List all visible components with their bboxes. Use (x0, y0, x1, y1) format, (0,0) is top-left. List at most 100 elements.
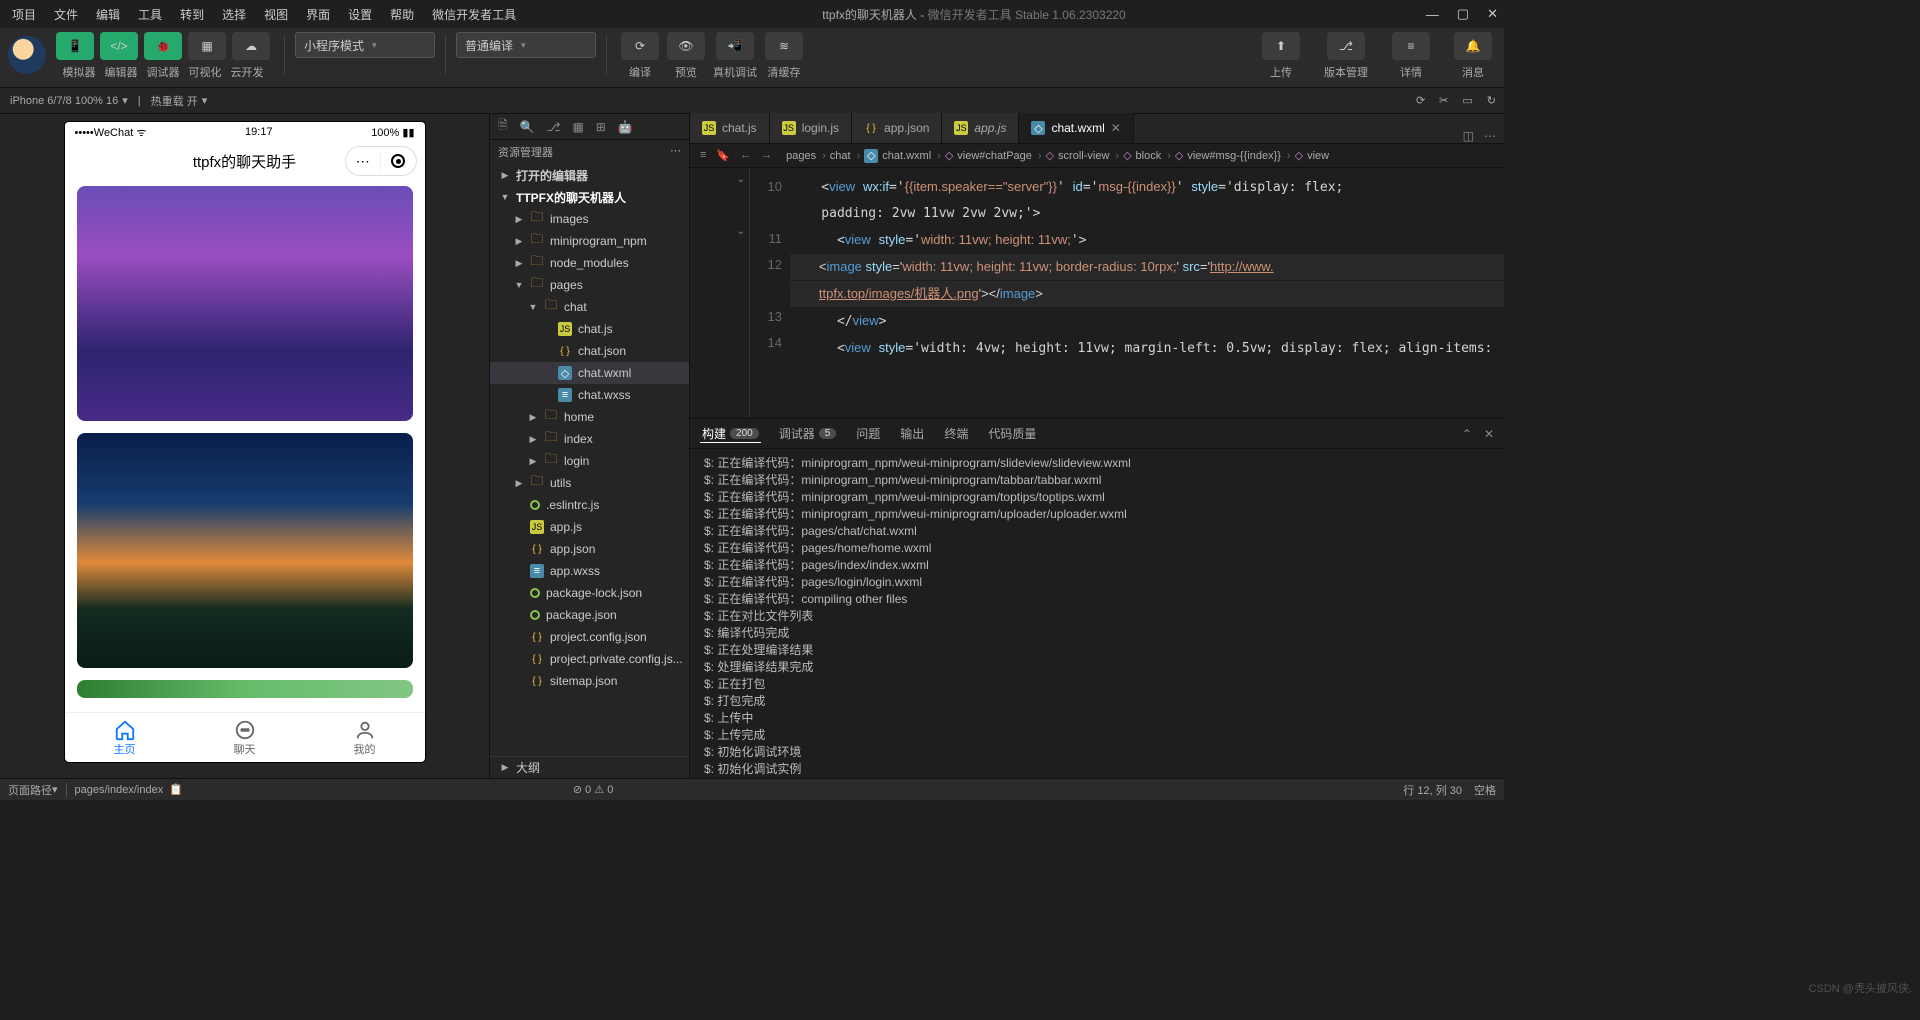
detail-button[interactable]: ≡ (1392, 32, 1430, 60)
explorer-icon[interactable]: 🗎 (498, 116, 508, 137)
menu-item[interactable]: 项目 (6, 2, 42, 27)
tree-file[interactable]: chat.wxml (490, 362, 689, 384)
collapse-icon[interactable]: ⌃ (1462, 427, 1472, 441)
breadcrumb-item[interactable]: chat.wxml (864, 149, 943, 163)
indentation[interactable]: 空格 (1474, 782, 1496, 798)
compile-button[interactable]: ⟳ (621, 32, 659, 60)
problem-count[interactable]: ⊘ 0 ⚠ 0 (573, 783, 613, 796)
close-icon[interactable]: ✕ (1487, 6, 1498, 22)
tree-file[interactable]: app.wxss (490, 560, 689, 582)
tree-folder[interactable]: ▶login (490, 450, 689, 472)
preview-button[interactable]: 👁 (667, 32, 705, 60)
capsule-menu-icon[interactable]: ⋯ (346, 153, 382, 170)
tree-file[interactable]: chat.js (490, 318, 689, 340)
feed-image[interactable] (77, 680, 413, 698)
menu-item[interactable]: 编辑 (90, 2, 126, 27)
tree-folder[interactable]: ▶images (490, 208, 689, 230)
device-icon[interactable]: ▭ (1462, 94, 1472, 107)
mode-select[interactable]: 小程序模式 (295, 32, 435, 58)
bookmark-icon[interactable]: 🔖 (716, 149, 730, 162)
breadcrumb-item[interactable]: ◇ scroll-view (1046, 149, 1121, 163)
tree-folder[interactable]: ▶utils (490, 472, 689, 494)
tabbar-item[interactable]: 我的 (305, 713, 425, 762)
breadcrumb-item[interactable]: pages (786, 149, 828, 163)
editor-tab[interactable]: chat.js (690, 113, 770, 143)
visual-button[interactable]: ▦ (188, 32, 226, 60)
user-avatar[interactable] (8, 36, 46, 74)
tree-file[interactable]: app.json (490, 538, 689, 560)
breadcrumb-item[interactable]: ◇ view (1295, 149, 1337, 163)
menu-item[interactable]: 视图 (258, 2, 294, 27)
panel-tab[interactable]: 调试器 5 (777, 425, 839, 442)
more-icon[interactable]: ⋯ (1484, 129, 1496, 143)
breadcrumb-item[interactable]: chat (830, 149, 862, 163)
menu-item[interactable]: 微信开发者工具 (426, 2, 522, 27)
device-select[interactable]: iPhone 6/7/8 100% 16▾ (0, 94, 138, 107)
tree-file[interactable]: chat.json (490, 340, 689, 362)
clear-cache-button[interactable]: ≋ (765, 32, 803, 60)
feed-image[interactable] (77, 186, 413, 421)
menu-item[interactable]: 文件 (48, 2, 84, 27)
menu-item[interactable]: 选择 (216, 2, 252, 27)
breadcrumb-item[interactable]: ◇ view#chatPage (945, 149, 1044, 163)
search-icon[interactable]: 🔍 (520, 120, 535, 134)
panel-tab[interactable]: 输出 (898, 425, 926, 442)
refresh-icon[interactable]: ⟳ (1416, 94, 1425, 107)
tree-folder[interactable]: ▶home (490, 406, 689, 428)
panel-tab[interactable]: 问题 (854, 425, 882, 442)
tree-file[interactable]: sitemap.json (490, 670, 689, 692)
simulator-button[interactable]: 📱 (56, 32, 94, 60)
cloud-button[interactable]: ☁ (232, 32, 270, 60)
tree-folder[interactable]: ▼pages (490, 274, 689, 296)
upload-button[interactable]: ⬆ (1262, 32, 1300, 60)
tree-file[interactable]: package.json (490, 604, 689, 626)
breadcrumb-item[interactable]: ◇ block (1123, 149, 1173, 163)
cut-icon[interactable]: ✂ (1439, 94, 1448, 107)
feed-image[interactable] (77, 433, 413, 668)
tabbar-item[interactable]: 主页 (65, 713, 185, 762)
tree-file[interactable]: .eslintrc.js (490, 494, 689, 516)
editor-tab[interactable]: app.json (852, 113, 942, 143)
hotreload-toggle[interactable]: 热重载 开▾ (141, 93, 218, 109)
page-path[interactable]: pages/index/index (75, 784, 164, 796)
editor-tab[interactable]: app.js (942, 113, 1019, 143)
open-editors-section[interactable]: ▶打开的编辑器 (490, 164, 689, 186)
panel-tab[interactable]: 终端 (942, 425, 970, 442)
compile-select[interactable]: 普通编译 (456, 32, 596, 58)
tree-file[interactable]: package-lock.json (490, 582, 689, 604)
tree-folder[interactable]: ▶node_modules (490, 252, 689, 274)
menu-item[interactable]: 界面 (300, 2, 336, 27)
close-panel-icon[interactable]: ✕ (1484, 427, 1494, 441)
version-button[interactable]: ⎇ (1327, 32, 1365, 60)
menu-item[interactable]: 工具 (132, 2, 168, 27)
tree-folder[interactable]: ▶miniprogram_npm (490, 230, 689, 252)
grid-icon[interactable]: ▦ (572, 120, 583, 134)
split-icon[interactable]: ◫ (1463, 129, 1474, 143)
breadcrumb-item[interactable]: ◇ view#msg-{{index}} (1175, 149, 1293, 163)
panel-tab[interactable]: 代码质量 (986, 425, 1038, 442)
editor-tab[interactable]: chat.wxml✕ (1019, 113, 1133, 143)
forward-icon[interactable]: → (761, 149, 772, 162)
tree-file[interactable]: app.js (490, 516, 689, 538)
menu-item[interactable]: 转到 (174, 2, 210, 27)
more-icon[interactable]: ⋯ (670, 144, 681, 160)
tree-file[interactable]: project.config.json (490, 626, 689, 648)
tree-file[interactable]: project.private.config.js... (490, 648, 689, 670)
cursor-position[interactable]: 行 12, 列 30 (1403, 782, 1462, 798)
tree-folder[interactable]: ▼chat (490, 296, 689, 318)
real-debug-button[interactable]: 📲 (716, 32, 754, 60)
maximize-icon[interactable]: ▢ (1457, 6, 1469, 22)
capsule-close-icon[interactable] (381, 154, 416, 168)
message-button[interactable]: 🔔 (1454, 32, 1492, 60)
list-icon[interactable]: ≡ (700, 149, 706, 162)
extensions-icon[interactable]: ⊞ (596, 120, 606, 134)
rotate-icon[interactable]: ↻ (1487, 94, 1496, 107)
editor-tab[interactable]: login.js (770, 113, 852, 143)
menu-item[interactable]: 帮助 (384, 2, 420, 27)
menu-item[interactable]: 设置 (342, 2, 378, 27)
code-editor[interactable]: ⌄ ⌄ 10 1112 1314 <view wx:if='{{item.spe… (690, 168, 1504, 418)
tabbar-item[interactable]: 聊天 (185, 713, 305, 762)
project-root[interactable]: ▼TTPFX的聊天机器人 (490, 186, 689, 208)
minimize-icon[interactable]: — (1426, 7, 1439, 22)
branch-icon[interactable]: ⎇ (547, 120, 561, 134)
